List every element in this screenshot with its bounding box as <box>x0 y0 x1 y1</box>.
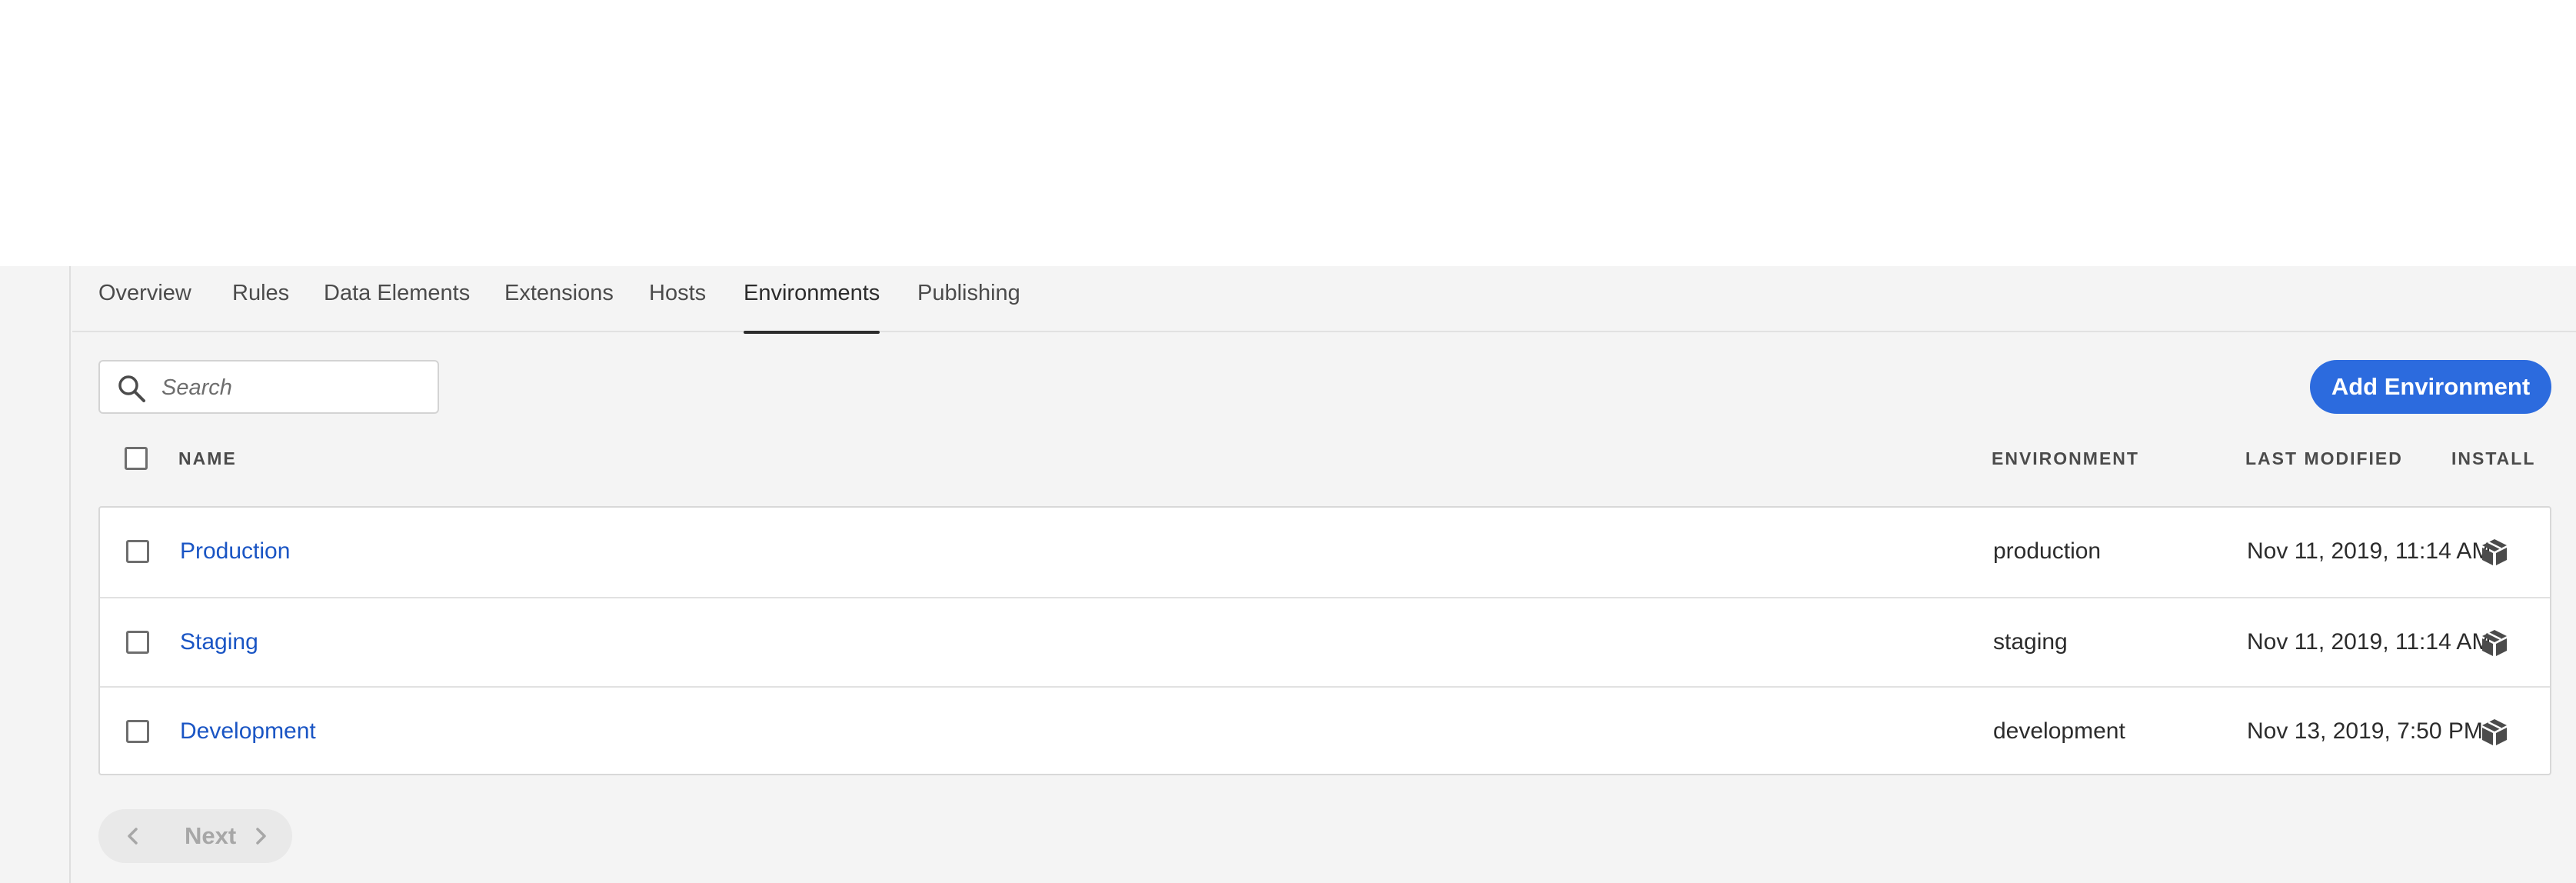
tab-bar: Overview Rules Data Elements Extensions … <box>72 266 2576 334</box>
tab-extensions[interactable]: Extensions <box>504 266 614 332</box>
select-all-checkbox[interactable] <box>125 447 148 470</box>
search-input[interactable] <box>161 365 431 411</box>
tab-publishing[interactable]: Publishing <box>917 266 1020 332</box>
table-body: Production production Nov 11, 2019, 11:1… <box>98 506 2551 775</box>
row-checkbox[interactable] <box>126 631 149 654</box>
environment-name-link[interactable]: Development <box>180 688 316 775</box>
table-row: Development development Nov 13, 2019, 7:… <box>100 686 2550 775</box>
left-rail <box>0 266 71 883</box>
last-modified: Nov 13, 2019, 7:50 PM <box>2247 718 2483 744</box>
pagination: Next <box>98 809 292 863</box>
tab-rules[interactable]: Rules <box>232 266 289 332</box>
column-header-install: INSTALL <box>2451 448 2536 468</box>
package-icon[interactable] <box>2479 628 2510 658</box>
chevron-right-icon[interactable] <box>249 825 272 848</box>
tab-overview[interactable]: Overview <box>98 266 191 332</box>
package-icon[interactable] <box>2479 537 2510 568</box>
last-modified: Nov 11, 2019, 11:14 AM <box>2247 629 2491 655</box>
add-environment-button[interactable]: Add Environment <box>2310 360 2551 414</box>
environment-name-link[interactable]: Staging <box>180 598 258 686</box>
row-checkbox[interactable] <box>126 540 149 563</box>
environment-type: staging <box>1993 629 2068 655</box>
column-header-last-modified[interactable]: LAST MODIFIED <box>2245 434 2403 483</box>
tab-data-elements[interactable]: Data Elements <box>324 266 470 332</box>
search-icon <box>118 375 145 402</box>
top-blank-area <box>0 0 2576 266</box>
environment-type: development <box>1993 718 2125 744</box>
column-header-name[interactable]: NAME <box>178 434 237 483</box>
chevron-left-icon[interactable] <box>121 825 145 848</box>
table-row: Production production Nov 11, 2019, 11:1… <box>100 508 2550 597</box>
search-field[interactable] <box>98 360 439 414</box>
tab-environments[interactable]: Environments <box>744 266 880 334</box>
environment-name-link[interactable]: Production <box>180 508 290 595</box>
package-icon[interactable] <box>2479 717 2510 748</box>
column-header-environment[interactable]: ENVIRONMENT <box>1992 434 2139 483</box>
table-header: NAME ENVIRONMENT LAST MODIFIED INSTALL <box>98 434 2551 483</box>
main-content: Overview Rules Data Elements Extensions … <box>72 266 2576 883</box>
row-checkbox[interactable] <box>126 720 149 743</box>
last-modified: Nov 11, 2019, 11:14 AM <box>2247 538 2491 564</box>
table-row: Staging staging Nov 11, 2019, 11:14 AM <box>100 597 2550 686</box>
app-container: Overview Rules Data Elements Extensions … <box>0 266 2576 883</box>
next-page-button[interactable]: Next <box>185 809 236 863</box>
environment-type: production <box>1993 538 2102 564</box>
tab-hosts[interactable]: Hosts <box>649 266 706 332</box>
